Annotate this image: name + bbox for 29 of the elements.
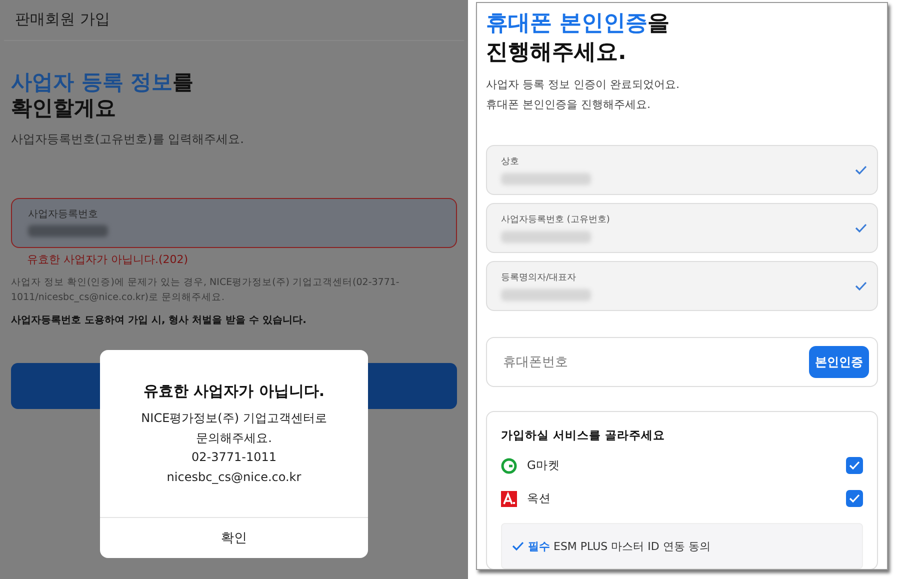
page-heading: 휴대폰 본인인증을 진행해주세요. <box>486 10 671 67</box>
service-title: 가입하실 서비스를 골라주세요 <box>501 428 666 443</box>
dialog-message: 문의해주세요. <box>196 430 272 446</box>
square-logo-icon <box>501 490 517 506</box>
instruction-text: 사업자 등록 정보 인증이 완료되었어요. <box>486 77 680 93</box>
field-label: 사업자등록번호 (고유번호) <box>501 214 610 226</box>
service-name: G마켓 <box>527 458 561 473</box>
page-title: 판매회원 가입 <box>4 0 464 41</box>
checkbox[interactable] <box>846 457 863 474</box>
verify-button[interactable]: 본인인증 <box>809 346 869 378</box>
field-label: 상호 <box>501 156 520 168</box>
phone-number-field[interactable]: 휴대폰번호 본인인증 <box>486 337 878 387</box>
dialog-message: 02-3771-1011 <box>191 449 276 466</box>
warning-text: 사업자등록번호 도용하여 가입 시, 형사 처벌을 받을 수 있습니다. <box>11 314 308 327</box>
confirm-button[interactable]: 확인 <box>100 517 368 558</box>
error-message: 유효한 사업자가 아닙니다.(202) <box>27 252 190 267</box>
consent-text[interactable]: 필수 ESM PLUS 마스터 ID 연동 동의 <box>528 538 710 554</box>
page-heading: 사업자 등록 정보를 확인할게요 <box>11 69 195 121</box>
help-text: 사업자 정보 확인(인증)에 문제가 있는 경우, NICE평가정보(주) 기업고객센터(02-3771-1011/nicesbc_cs@nice.co.kr)로 문의해주세요. <box>11 276 400 305</box>
dialog-message: NICE평가정보(주) 기업고객센터로 <box>141 410 327 427</box>
instruction-text: 휴대폰 본인인증을 진행해주세요. <box>486 97 652 113</box>
circle-logo-icon <box>501 458 517 474</box>
instruction-text: 사업자등록번호(고유번호)를 입력해주세요. <box>11 131 245 148</box>
service-name: 옥션 <box>527 491 552 506</box>
dialog-title: 유효한 사업자가 아닙니다. <box>143 382 325 401</box>
dialog-message: nicesbc_cs@nice.co.kr <box>166 468 302 486</box>
field-label: 등록명의자/대표자 <box>501 272 578 284</box>
registration-number-field[interactable]: 사업자등록번호 <box>11 198 457 248</box>
checkbox[interactable] <box>846 490 863 507</box>
